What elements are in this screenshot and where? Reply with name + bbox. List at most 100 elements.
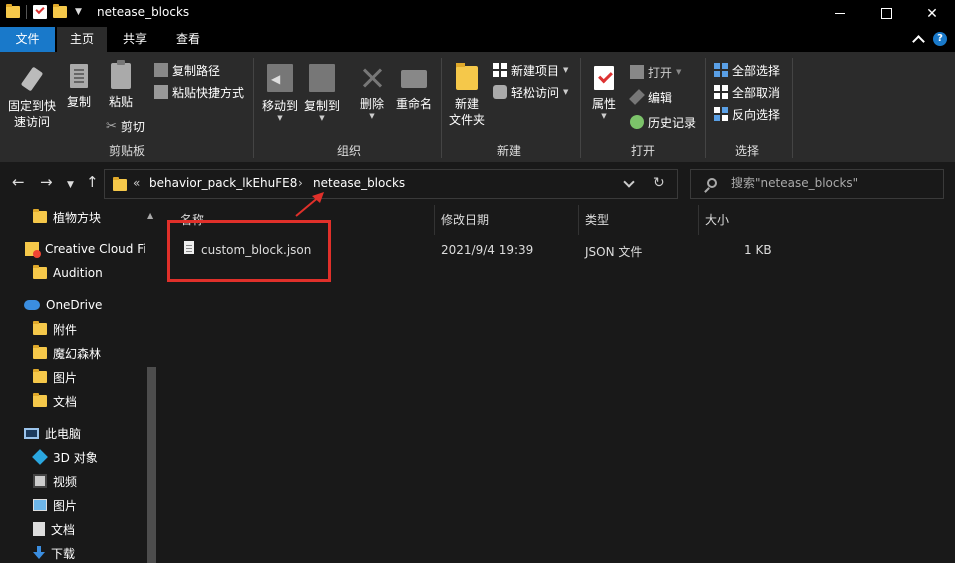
cut-label: 剪切 bbox=[120, 119, 145, 134]
column-header-size[interactable]: 大小 bbox=[705, 211, 729, 228]
properties-label: 属性 bbox=[591, 97, 616, 111]
sidebar-item-folder[interactable]: 图片 bbox=[33, 367, 77, 387]
cut-button[interactable]: ✂ 剪切 bbox=[106, 116, 145, 136]
computer-icon bbox=[24, 427, 39, 439]
ribbon-tabs: 文件 主页 共享 查看 ? bbox=[0, 27, 955, 52]
move-to-button[interactable]: 移动到 ▼ bbox=[260, 62, 300, 122]
sidebar-item-folder[interactable]: 魔幻森林 bbox=[33, 343, 101, 363]
copy-to-button[interactable]: 复制到 ▼ bbox=[302, 62, 342, 122]
edit-button[interactable]: 编辑 bbox=[629, 87, 673, 107]
group-label-select: 选择 bbox=[734, 144, 759, 158]
sidebar-item-label: Audition bbox=[53, 266, 103, 280]
divider bbox=[26, 5, 27, 19]
help-icon[interactable]: ? bbox=[933, 32, 947, 46]
pin-quick-access-button[interactable]: 固定到快 速访问 bbox=[4, 64, 60, 130]
divider bbox=[441, 58, 442, 158]
chevron-down-icon: ▼ bbox=[676, 68, 682, 76]
rename-button[interactable]: 重命名 bbox=[394, 62, 434, 112]
search-icon bbox=[707, 178, 717, 188]
scroll-up-icon[interactable]: ▲ bbox=[147, 211, 153, 220]
sidebar-scrollbar-thumb[interactable] bbox=[147, 367, 156, 563]
sidebar-item-pictures[interactable]: 图片 bbox=[33, 495, 77, 515]
cloud-icon bbox=[24, 300, 40, 310]
history-button[interactable]: 历史记录 bbox=[630, 112, 696, 132]
sidebar-item-creative-cloud[interactable]: Creative Cloud Fi bbox=[25, 239, 147, 259]
copy-button[interactable]: 复制 bbox=[62, 62, 96, 110]
sidebar-item-folder[interactable]: 文档 bbox=[33, 391, 77, 411]
delete-button[interactable]: 删除 ▼ bbox=[354, 62, 390, 120]
open-button[interactable]: 打开 ▼ bbox=[630, 62, 681, 82]
minimize-button[interactable] bbox=[817, 0, 863, 27]
recent-locations-icon[interactable]: ▼ bbox=[67, 177, 74, 193]
search-box[interactable] bbox=[690, 169, 944, 199]
search-input[interactable] bbox=[731, 176, 931, 190]
chevron-down-icon[interactable]: ▼ bbox=[75, 7, 82, 17]
file-type: JSON 文件 bbox=[585, 245, 643, 259]
column-header-modified[interactable]: 修改日期 bbox=[441, 211, 489, 228]
copy-path-button[interactable]: 复制路径 bbox=[154, 60, 220, 80]
group-label-new: 新建 bbox=[496, 144, 521, 158]
sidebar-item-downloads[interactable]: 下载 bbox=[33, 543, 75, 563]
sidebar-item-label: 视频 bbox=[53, 474, 78, 489]
edit-icon bbox=[629, 89, 645, 105]
breadcrumb-overflow[interactable]: « bbox=[133, 176, 140, 190]
sidebar-item-documents[interactable]: 文档 bbox=[33, 519, 75, 539]
breadcrumb-item[interactable]: behavior_pack_lkEhuFE8 bbox=[149, 176, 297, 190]
sidebar-item-this-pc[interactable]: 此电脑 bbox=[24, 423, 81, 443]
paste-shortcut-button[interactable]: 粘贴快捷方式 bbox=[154, 82, 244, 102]
sidebar-item-3d-objects[interactable]: 3D 对象 bbox=[32, 447, 98, 467]
tab-home[interactable]: 主页 bbox=[57, 27, 107, 52]
tab-file[interactable]: 文件 bbox=[0, 27, 55, 52]
new-folder-icon[interactable] bbox=[53, 4, 67, 18]
sidebar-item-label: 下载 bbox=[51, 546, 76, 561]
tab-view[interactable]: 查看 bbox=[163, 27, 213, 52]
chevron-down-icon: ▼ bbox=[319, 114, 325, 122]
sidebar-item-label: 图片 bbox=[53, 498, 78, 513]
collapse-ribbon-icon[interactable] bbox=[912, 34, 925, 48]
invert-selection-button[interactable]: 反向选择 bbox=[714, 104, 780, 124]
chevron-down-icon[interactable] bbox=[623, 176, 635, 188]
column-header-type[interactable]: 类型 bbox=[585, 211, 609, 228]
rename-icon bbox=[401, 70, 427, 88]
divider bbox=[705, 58, 706, 158]
properties-icon[interactable] bbox=[33, 5, 47, 19]
new-item-button[interactable]: 新建项目 ▼ bbox=[493, 60, 568, 80]
paste-button[interactable]: 粘贴 bbox=[102, 60, 140, 110]
copy-path-icon bbox=[154, 63, 168, 77]
maximize-button[interactable] bbox=[863, 0, 909, 27]
folder-icon bbox=[33, 209, 47, 223]
new-folder-button[interactable]: 新建 文件夹 bbox=[446, 62, 488, 128]
forward-arrow-icon[interactable]: → bbox=[40, 174, 53, 190]
select-all-label: 全部选择 bbox=[732, 63, 781, 78]
column-divider[interactable] bbox=[434, 205, 435, 235]
address-bar[interactable]: « behavior_pack_lkEhuFE8 › netease_block… bbox=[104, 169, 678, 199]
sidebar-item-videos[interactable]: 视频 bbox=[33, 471, 77, 491]
sidebar-item-folder[interactable]: 植物方块 bbox=[33, 207, 101, 227]
back-arrow-icon[interactable]: ← bbox=[12, 174, 25, 190]
sidebar-item-label: 3D 对象 bbox=[53, 450, 98, 465]
up-arrow-icon[interactable]: ↑ bbox=[86, 174, 99, 190]
properties-button[interactable]: 属性 ▼ bbox=[586, 62, 622, 120]
picture-icon bbox=[33, 499, 47, 511]
easy-access-button[interactable]: 轻松访问 ▼ bbox=[493, 82, 568, 102]
column-divider[interactable] bbox=[698, 205, 699, 235]
sidebar-item-folder[interactable]: 附件 bbox=[33, 319, 77, 339]
tab-share[interactable]: 共享 bbox=[110, 27, 160, 52]
navigation-bar: ← → ▼ ↑ « behavior_pack_lkEhuFE8 › netea… bbox=[0, 162, 955, 205]
select-all-button[interactable]: 全部选择 bbox=[714, 60, 780, 80]
open-label: 打开 bbox=[648, 65, 673, 80]
refresh-icon[interactable]: ↻ bbox=[653, 175, 665, 191]
column-divider[interactable] bbox=[578, 205, 579, 235]
cube-icon bbox=[32, 449, 48, 465]
new-item-icon bbox=[493, 63, 507, 77]
close-button[interactable]: ✕ bbox=[909, 0, 955, 27]
sidebar-item-audition[interactable]: Audition bbox=[33, 263, 103, 283]
select-none-button[interactable]: 全部取消 bbox=[714, 82, 780, 102]
annotation-arrow bbox=[295, 192, 324, 217]
edit-label: 编辑 bbox=[648, 90, 673, 105]
ribbon: 固定到快 速访问 复制 粘贴 复制路径 粘贴快捷方式 ✂ 剪切 剪贴板 移动到 … bbox=[0, 52, 955, 162]
folder-icon[interactable] bbox=[6, 4, 20, 18]
sidebar-item-label: 植物方块 bbox=[53, 210, 102, 225]
copy-to-icon bbox=[309, 64, 335, 92]
sidebar-item-onedrive[interactable]: OneDrive bbox=[24, 295, 102, 315]
